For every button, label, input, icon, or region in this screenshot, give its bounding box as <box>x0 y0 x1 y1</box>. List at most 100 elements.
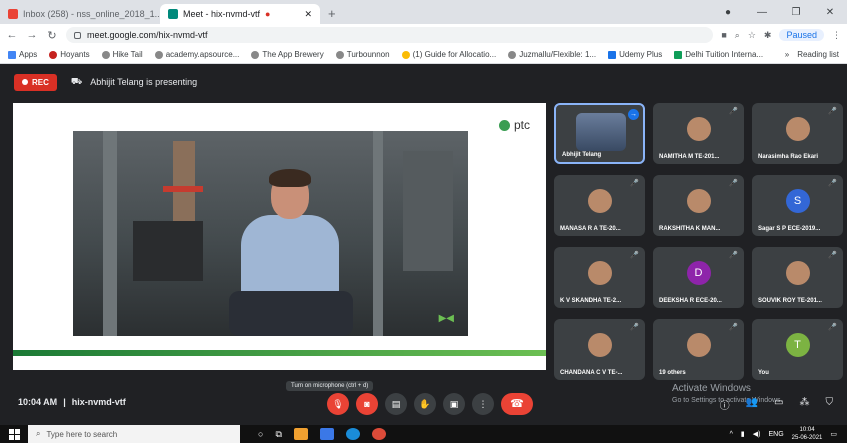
presentation-slide[interactable]: ptc ▶◀ <box>13 103 546 370</box>
reload-icon[interactable]: ↻ <box>46 29 58 42</box>
camera-icon[interactable]: ■ <box>721 30 726 40</box>
ptc-logo: ptc <box>498 118 530 132</box>
chrome-icon[interactable] <box>371 428 386 440</box>
participant-name: Narasimha Rao Ekari <box>758 154 819 160</box>
participant-name: 19 others <box>659 370 686 376</box>
participant-tile[interactable]: T 🎤 You <box>752 319 843 380</box>
participant-tile[interactable]: 🎤 RAKSHITHA K MAN... <box>653 175 744 236</box>
file-explorer-icon[interactable] <box>293 428 308 440</box>
participant-tile[interactable]: 🎤 CHANDANA C V TE-... <box>554 319 645 380</box>
chat-icon[interactable]: ▭ <box>774 397 783 412</box>
bookmark[interactable]: Udemy Plus <box>608 50 662 59</box>
activities-icon[interactable]: ⁂ <box>800 397 810 412</box>
task-view-icon[interactable]: ⧉ <box>275 429 281 440</box>
participant-name: K V SKANDHA TE-2... <box>560 298 622 304</box>
system-tray: ^ ▮ ◀) ENG 10:04 25-06-2021 ▭ <box>730 426 847 442</box>
clock[interactable]: 10:04 25-06-2021 <box>792 426 823 442</box>
globe-icon <box>508 50 517 59</box>
bookmark[interactable]: Hoyants <box>49 50 90 59</box>
profile-icon[interactable]: ● <box>711 7 745 18</box>
participant-tile[interactable]: 🎤 K V SKANDHA TE-2... <box>554 247 645 308</box>
menu-icon[interactable]: ⋮ <box>832 30 841 41</box>
bookmark[interactable]: Delhi Tuition Interna... <box>674 50 763 59</box>
mic-muted-icon: 🎤 <box>828 324 837 331</box>
meet-top-bar: REC ⛟ Abhijit Telang is presenting <box>0 64 847 100</box>
start-button[interactable] <box>0 425 28 443</box>
back-icon[interactable]: ← <box>6 29 18 41</box>
raise-hand-button[interactable]: ✋ <box>414 393 436 415</box>
bookmarks-bar: Apps Hoyants Hike Tail academy.apsource.… <box>0 46 847 64</box>
meeting-time: 10:04 AM <box>18 397 58 407</box>
gmail-icon <box>8 9 18 19</box>
participant-tile[interactable]: 🎤 SOUVIK ROY TE-201... <box>752 247 843 308</box>
extensions-icon[interactable]: ✱ <box>764 30 772 41</box>
legs <box>229 291 353 336</box>
participant-tile[interactable]: 🎤 MANASA R A TE-20... <box>554 175 645 236</box>
camera-off-button[interactable]: ◙ <box>356 393 378 415</box>
store-icon[interactable] <box>319 428 334 440</box>
bookmark[interactable]: Hike Tail <box>101 50 143 59</box>
participant-tile[interactable]: 🎤 Narasimha Rao Ekari <box>752 103 843 164</box>
info-icon[interactable]: ⓘ <box>720 397 730 412</box>
avatar: T <box>785 333 810 358</box>
host-controls-icon[interactable]: ⛉ <box>826 397 834 412</box>
profile-button[interactable]: Paused <box>779 29 824 41</box>
screen: Inbox (258) - nss_online_2018_1... ✕ Mee… <box>0 0 847 443</box>
maximize-button[interactable]: ❐ <box>779 7 813 18</box>
chevron-up-icon[interactable]: ^ <box>730 431 733 438</box>
cortana-icon[interactable]: ○ <box>258 429 263 439</box>
mic-off-button[interactable]: 🎙 <box>327 393 349 415</box>
people-icon[interactable]: 👥 <box>746 397 758 412</box>
participant-tile[interactable]: 🎤 19 others <box>653 319 744 380</box>
taskbar-search[interactable]: ⌕ Type here to search <box>28 425 240 443</box>
volume-icon[interactable]: ◀) <box>753 430 761 438</box>
avatar <box>686 189 711 214</box>
tab-gmail[interactable]: Inbox (258) - nss_online_2018_1... ✕ <box>0 4 160 24</box>
leave-call-button[interactable]: ☎ <box>501 393 533 415</box>
avatar: S <box>785 189 810 214</box>
participant-tile[interactable]: 🎤 NAMITHA M TE-201... <box>653 103 744 164</box>
minimize-button[interactable]: — <box>745 7 779 18</box>
ptc-logo-icon <box>498 119 510 131</box>
participant-tile[interactable]: S 🎤 Sagar S P ECE-2019... <box>752 175 843 236</box>
tab-meet[interactable]: Meet - hix-nvmd-vtf ● ✕ <box>160 4 320 24</box>
more-options-button[interactable]: ⋮ <box>472 393 494 415</box>
participant-name: Sagar S P ECE-2019... <box>758 226 821 232</box>
bookmark[interactable]: Juzmallu/Flexible: 1... <box>508 50 596 59</box>
bookmark[interactable]: academy.apsource... <box>154 50 239 59</box>
avatar <box>587 261 612 286</box>
bookmark[interactable]: Turbounnon <box>335 50 390 59</box>
reading-list[interactable]: Reading list <box>797 50 839 59</box>
captions-button[interactable]: ▤ <box>385 393 407 415</box>
participant-name: MANASA R A TE-20... <box>560 226 621 232</box>
avatar <box>587 333 612 358</box>
zoom-icon[interactable]: ⌕ <box>735 30 740 41</box>
record-dot-icon <box>22 79 28 85</box>
mic-muted-icon: 🎤 <box>729 324 738 331</box>
bookmark[interactable]: Apps <box>8 50 37 59</box>
avatar <box>686 117 711 142</box>
new-tab-button[interactable]: + <box>320 4 344 24</box>
tab-label: Meet - hix-nvmd-vtf <box>183 9 261 19</box>
present-icon: ⛟ <box>70 76 83 86</box>
notifications-icon[interactable]: ▭ <box>830 430 837 438</box>
forward-icon[interactable]: → <box>26 29 38 41</box>
participant-tile[interactable]: D 🎤 DEEKSHA R ECE-20... <box>653 247 744 308</box>
network-icon[interactable]: ▮ <box>741 430 745 438</box>
hair <box>269 169 311 187</box>
browser-tab-strip: Inbox (258) - nss_online_2018_1... ✕ Mee… <box>0 0 847 24</box>
bookmark[interactable]: (1) Guide for Allocatio... <box>401 50 496 59</box>
apps-icon <box>8 50 16 59</box>
avatar <box>785 117 810 142</box>
address-bar[interactable]: meet.google.com/hix-nvmd-vtf <box>66 27 714 43</box>
star-icon[interactable]: ☆ <box>748 30 756 41</box>
meeting-code: hix-nvmd-vtf <box>71 397 126 407</box>
bookmark[interactable]: The App Brewery <box>251 50 324 59</box>
participant-tile[interactable]: → Abhijit Telang <box>554 103 645 164</box>
present-button[interactable]: ▣ <box>443 393 465 415</box>
close-window-button[interactable]: ✕ <box>813 7 847 18</box>
close-icon[interactable]: ✕ <box>304 9 312 20</box>
edge-icon[interactable] <box>345 428 360 440</box>
language-indicator[interactable]: ENG <box>769 431 784 438</box>
chevron-right-icon[interactable]: » <box>785 50 789 59</box>
